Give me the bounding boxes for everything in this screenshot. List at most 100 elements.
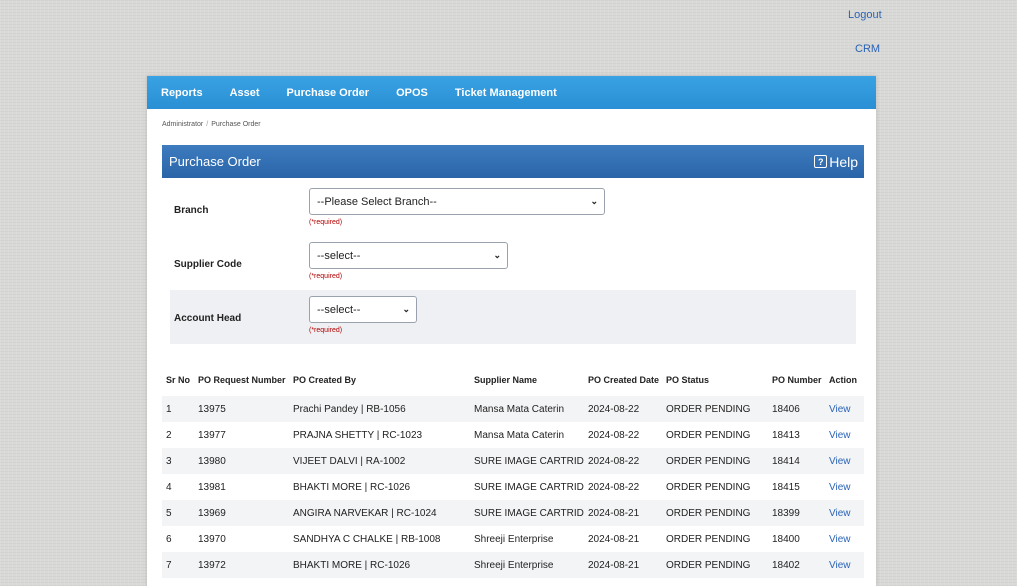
cell-po-created-by: ANGIRA NARVEKAR | RC-1024: [289, 500, 470, 526]
po-form: Branch --Please Select Branch-- ⌄ (*requ…: [162, 178, 864, 344]
breadcrumb-root[interactable]: Administrator: [162, 121, 203, 128]
purchase-order-table: Sr No PO Request Number PO Created By Su…: [162, 364, 864, 578]
supplier-code-label: Supplier Code: [174, 259, 242, 270]
branch-select-value: --Please Select Branch--: [317, 195, 437, 208]
cell-po-created-date: 2024-08-22: [588, 429, 640, 441]
cell-supplier-name: SURE IMAGE CARTRID: [470, 448, 584, 474]
cell-po-request-number: 13975: [194, 396, 289, 422]
cell-po-request-number: 13972: [194, 552, 289, 578]
cell-po-number: 18414: [768, 448, 825, 474]
nav-purchase-order[interactable]: Purchase Order: [287, 87, 370, 99]
cell-po-created-by: Prachi Pandey | RB-1056: [289, 396, 470, 422]
chevron-down-icon: ⌄: [590, 196, 598, 206]
cell-po-created-date: 2024-08-21: [584, 500, 662, 526]
cell-supplier-name: SURE IMAGE CARTRID: [470, 500, 584, 526]
page-title: Purchase Order: [169, 154, 261, 169]
cell-po-request-number: 13977: [198, 429, 226, 441]
col-header-po-number: PO Number: [772, 375, 822, 385]
account-head-label: Account Head: [174, 313, 242, 324]
nav-ticket-management[interactable]: Ticket Management: [455, 87, 557, 99]
view-link[interactable]: View: [825, 500, 864, 526]
cell-po-request-number: 13970: [198, 533, 226, 545]
view-link[interactable]: View: [825, 526, 864, 552]
view-link[interactable]: View: [825, 552, 864, 578]
nav-reports[interactable]: Reports: [161, 87, 203, 99]
cell-po-request-number: 13981: [198, 481, 226, 493]
cell-sr-no: 2: [166, 429, 172, 441]
table-row: 1 13975 Prachi Pandey | RB-1056 Mansa Mata …: [162, 396, 864, 422]
cell-po-status: ORDER PENDING: [666, 481, 751, 493]
cell-sr-no: 1: [162, 396, 194, 422]
breadcrumb-current: Purchase Order: [211, 121, 261, 128]
cell-po-status: ORDER PENDING: [662, 500, 768, 526]
cell-sr-no: 4: [166, 481, 172, 493]
supplier-code-row: Supplier Code --select-- ⌄ (*required): [170, 236, 856, 290]
cell-supplier-name: Shreeji Enterprise: [470, 552, 584, 578]
purchase-order-panel: Purchase Order ? Help Branch --Please Se…: [162, 145, 864, 578]
cell-po-created-by: BHAKTI MORE | RC-1026: [293, 481, 411, 493]
nav-asset[interactable]: Asset: [230, 87, 260, 99]
table-row: 4 13981 BHAKTI MORE | RC-1026 SURE IMAGE CA…: [162, 474, 864, 500]
col-header-supplier-name: Supplier Name: [474, 375, 538, 385]
cell-po-number: 18400: [772, 533, 800, 545]
main-navbar: Reports Asset Purchase Order OPOS Ticket…: [147, 76, 876, 109]
cell-po-status: ORDER PENDING: [662, 552, 768, 578]
branch-label: Branch: [174, 205, 209, 216]
col-header-po-request-number: PO Request Number: [198, 375, 286, 385]
supplier-code-select-value: --select--: [317, 249, 361, 262]
supplier-code-select[interactable]: --select-- ⌄: [309, 242, 508, 269]
panel-header: Purchase Order ? Help: [162, 145, 864, 178]
account-head-required-note: (*required): [309, 327, 343, 334]
cell-po-status: ORDER PENDING: [666, 429, 751, 441]
cell-po-created-date: 2024-08-22: [584, 396, 662, 422]
help-button[interactable]: ? Help: [814, 154, 858, 170]
cell-po-created-by: BHAKTI MORE | RC-1026: [289, 552, 470, 578]
branch-select[interactable]: --Please Select Branch-- ⌄: [309, 188, 605, 215]
cell-po-created-date: 2024-08-22: [584, 448, 662, 474]
cell-po-number: 18413: [772, 429, 800, 441]
table-header-row: Sr No PO Request Number PO Created By Su…: [162, 364, 864, 396]
table-row: 6 13970 SANDHYA C CHALKE | RB-1008 Shreeji …: [162, 526, 864, 552]
table-row: 7 13972 BHAKTI MORE | RC-1026 Shreeji Enter…: [162, 552, 864, 578]
cell-po-created-by: PRAJNA SHETTY | RC-1023: [293, 429, 423, 441]
col-header-po-created-date: PO Created Date: [588, 375, 660, 385]
cell-sr-no: 5: [162, 500, 194, 526]
supplier-code-required-note: (*required): [309, 273, 343, 280]
help-label: Help: [829, 153, 858, 170]
cell-sr-no: 6: [166, 533, 172, 545]
cell-po-status: ORDER PENDING: [666, 533, 751, 545]
cell-supplier-name: Shreeji Enterprise: [474, 533, 554, 545]
view-link[interactable]: View: [825, 396, 864, 422]
cell-po-number: 18399: [768, 500, 825, 526]
cell-po-created-by: SANDHYA C CHALKE | RB-1008: [293, 533, 441, 545]
cell-po-created-date: 2024-08-21: [584, 552, 662, 578]
branch-required-note: (*required): [309, 219, 343, 226]
col-header-action: Action: [829, 375, 857, 385]
crm-link[interactable]: CRM: [855, 43, 880, 55]
cell-po-number: 18402: [768, 552, 825, 578]
account-head-select[interactable]: --select-- ⌄: [309, 296, 417, 323]
chevron-down-icon: ⌄: [493, 250, 501, 260]
col-header-po-status: PO Status: [666, 375, 710, 385]
cell-po-created-by: VIJEET DALVI | RA-1002: [289, 448, 470, 474]
cell-po-created-date: 2024-08-21: [588, 533, 640, 545]
logout-link[interactable]: Logout: [848, 9, 882, 21]
view-link[interactable]: View: [825, 422, 864, 448]
cell-po-number: 18415: [772, 481, 800, 493]
chevron-down-icon: ⌄: [402, 304, 410, 314]
cell-po-created-date: 2024-08-22: [588, 481, 640, 493]
col-header-sr-no: Sr No: [166, 375, 191, 385]
cell-po-status: ORDER PENDING: [662, 448, 768, 474]
cell-sr-no: 3: [162, 448, 194, 474]
external-help-icon: ?: [814, 155, 828, 168]
nav-opos[interactable]: OPOS: [396, 87, 428, 99]
cell-po-request-number: 13969: [194, 500, 289, 526]
cell-po-status: ORDER PENDING: [662, 396, 768, 422]
account-head-select-value: --select--: [317, 303, 361, 316]
view-link[interactable]: View: [825, 448, 864, 474]
table-row: 2 13977 PRAJNA SHETTY | RC-1023 Mansa Mata …: [162, 422, 864, 448]
view-link[interactable]: View: [825, 474, 864, 500]
cell-supplier-name: Mansa Mata Caterin: [470, 396, 584, 422]
cell-supplier-name: SURE IMAGE CARTRID: [474, 481, 584, 493]
col-header-po-created-by: PO Created By: [293, 375, 357, 385]
